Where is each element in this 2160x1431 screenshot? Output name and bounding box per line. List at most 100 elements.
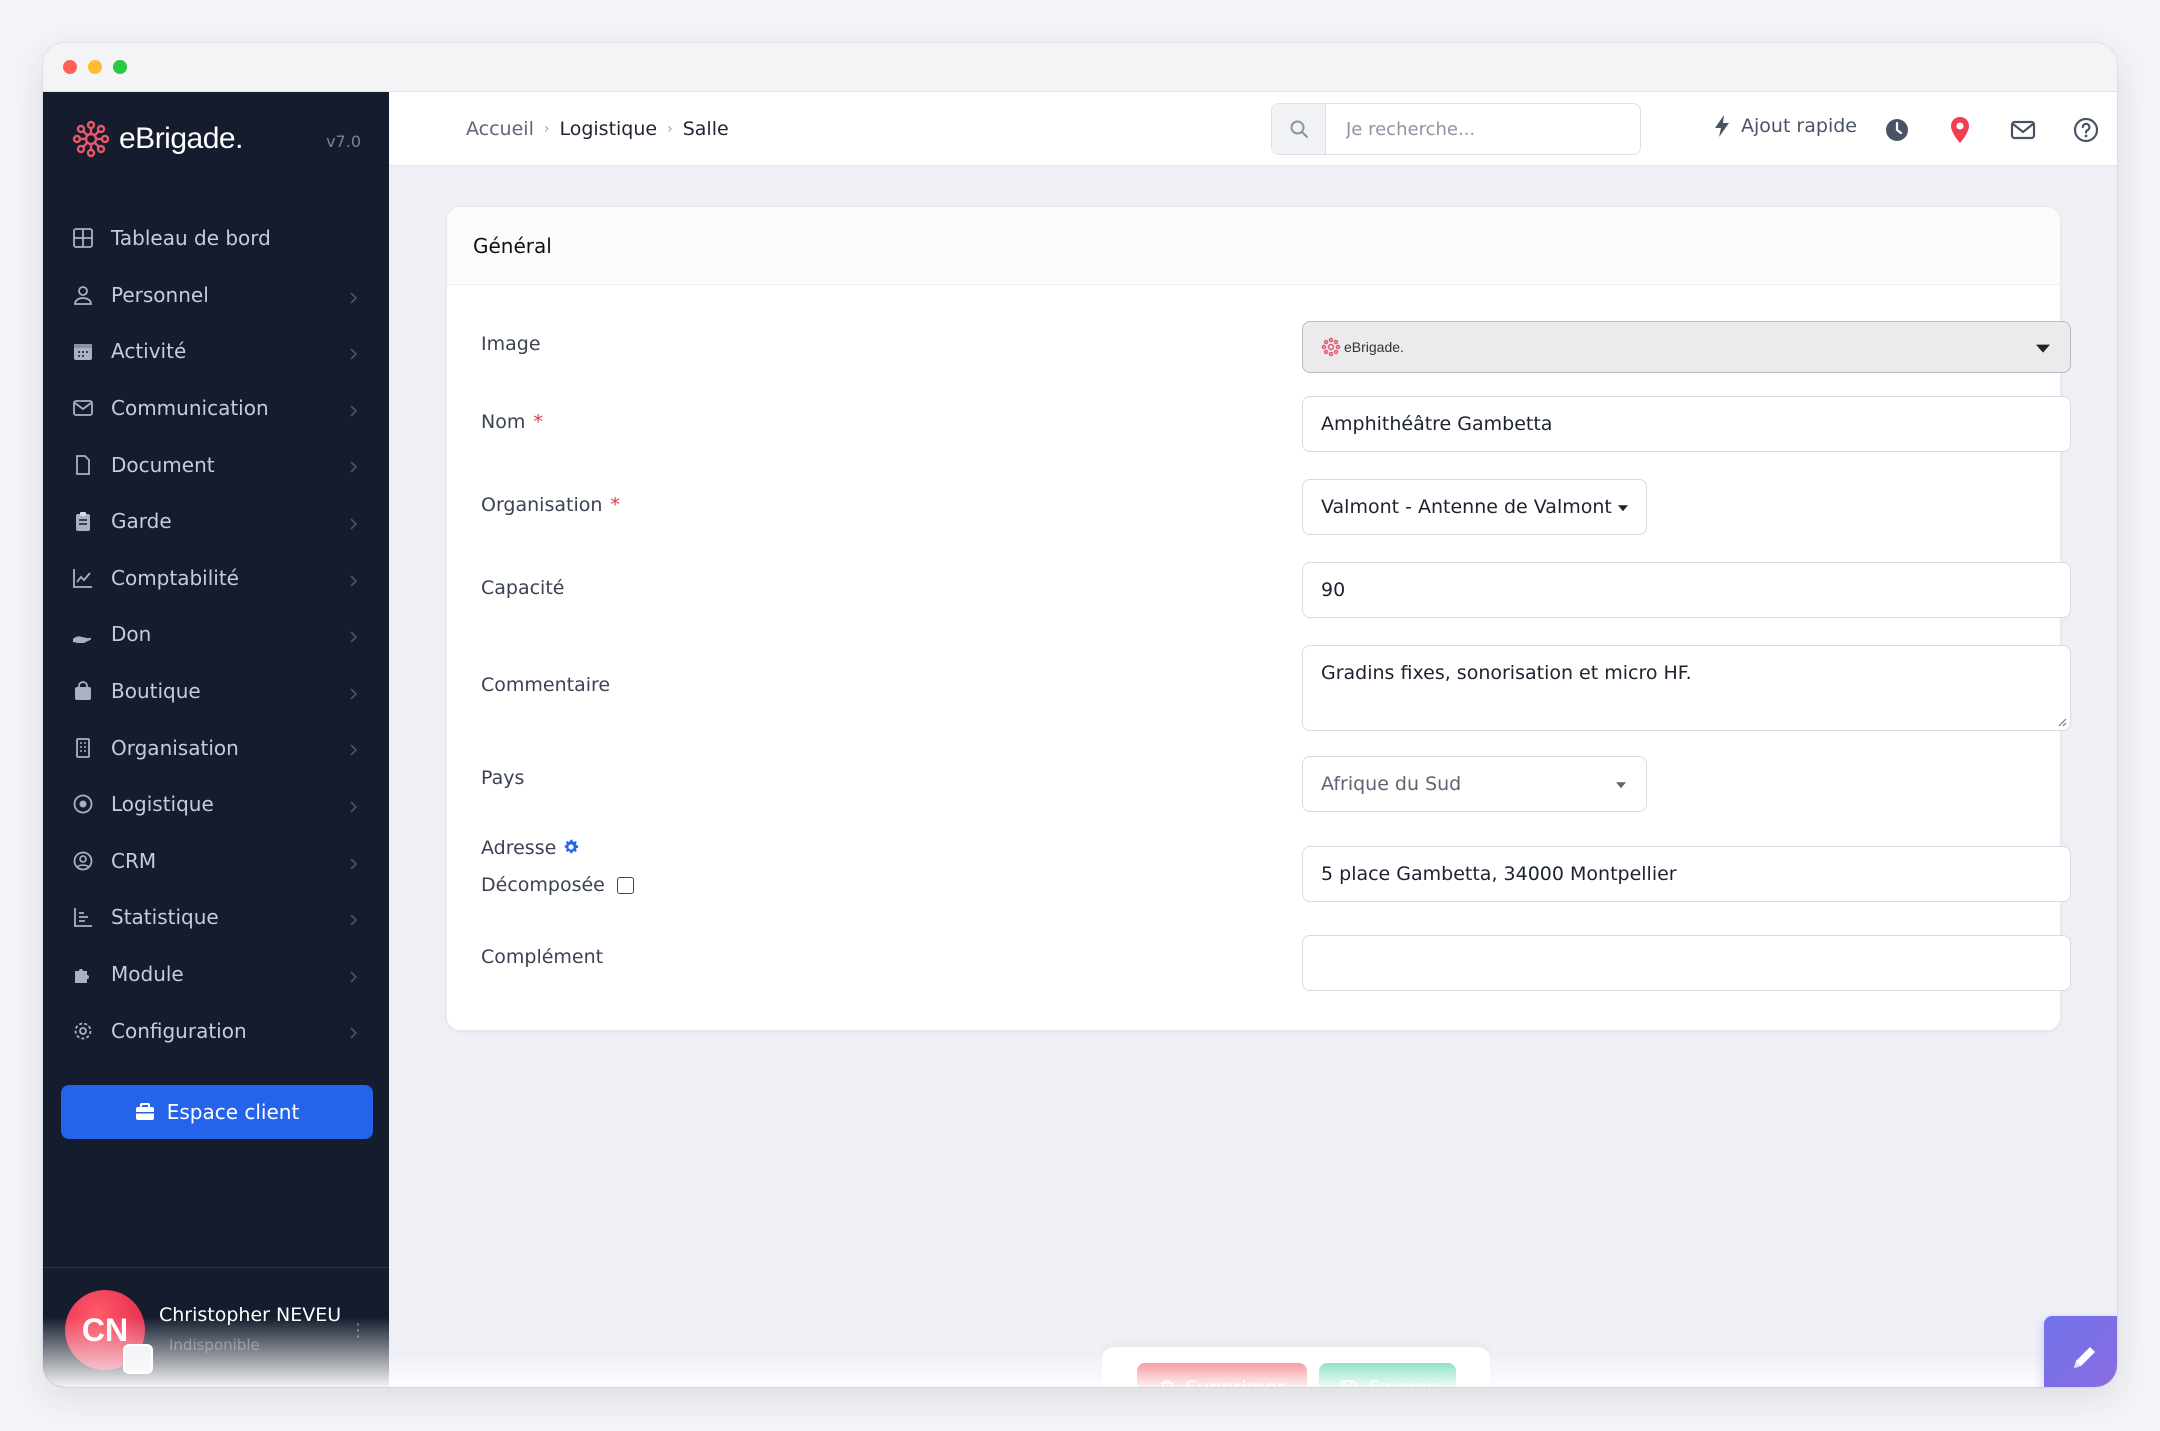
caret-down-icon <box>1616 782 1626 789</box>
nom-label: Nom * <box>481 411 543 433</box>
espace-client-label: Espace client <box>166 1100 300 1124</box>
sidebar-item-organisation[interactable]: Organisation <box>43 719 389 776</box>
quick-add-button[interactable]: Ajout rapide <box>1713 114 1857 138</box>
sidebar-item-crm[interactable]: CRM <box>43 833 389 890</box>
sidebar-item-logistique[interactable]: Logistique <box>43 776 389 833</box>
close-window-button[interactable] <box>63 60 77 74</box>
chevron-right-icon <box>345 456 361 473</box>
action-bar: Supprimer Sauver <box>1102 1347 1490 1387</box>
clock-icon[interactable] <box>1883 116 1911 144</box>
search-icon[interactable] <box>1272 104 1326 154</box>
gear-icon[interactable] <box>562 838 580 856</box>
sidebar-item-garde[interactable]: Garde <box>43 493 389 550</box>
user-name: Christopher NEVEU <box>159 1304 342 1326</box>
sidebar-item-label: Module <box>111 962 184 987</box>
brand-name: eBrigade. <box>119 122 243 155</box>
organisation-dropdown[interactable]: Valmont - Antenne de Valmont <box>1302 479 1647 535</box>
map-pin-icon[interactable] <box>1946 116 1974 144</box>
sidebar-item-label: Logistique <box>111 792 214 817</box>
title-bar <box>43 43 2117 92</box>
save-button[interactable]: Sauver <box>1319 1363 1456 1387</box>
user-circle-icon <box>71 849 95 873</box>
trash-icon <box>1161 1380 1174 1387</box>
brand-logo[interactable]: eBrigade. <box>71 114 243 164</box>
section-title: Général <box>473 233 552 258</box>
sidebar-item-tableau-de-bord[interactable]: Tableau de bord <box>43 210 389 267</box>
image-select-value: eBrigade. <box>1344 339 1404 355</box>
sidebar-item-configuration[interactable]: Configuration <box>43 1002 389 1059</box>
avatar-initials: CN <box>81 1311 129 1348</box>
capacite-label: Capacité <box>481 577 565 599</box>
kebab-menu-icon[interactable]: ⋮ <box>349 1320 367 1341</box>
breadcrumb: Accueil › Logistique › Salle <box>466 118 729 140</box>
envelope-icon[interactable] <box>2009 116 2037 144</box>
image-select[interactable]: eBrigade. <box>1302 321 2071 373</box>
user-panel[interactable]: CN Christopher NEVEU Indisponible ⋮ <box>43 1267 389 1387</box>
sidebar-item-module[interactable]: Module <box>43 946 389 1003</box>
sidebar-item-label: Configuration <box>111 1018 247 1043</box>
grid-icon <box>71 226 95 250</box>
search-input[interactable] <box>1326 104 1626 154</box>
sidebar-item-label: Boutique <box>111 679 201 704</box>
user-icon <box>71 283 95 307</box>
chevron-right-icon <box>345 570 361 587</box>
required-marker: * <box>533 411 543 433</box>
sidebar-item-communication[interactable]: Communication <box>43 380 389 437</box>
adresse-input[interactable]: 5 place Gambetta, 34000 Montpellier <box>1302 846 2071 902</box>
envelope-icon <box>71 396 95 420</box>
sidebar-item-personnel[interactable]: Personnel <box>43 267 389 324</box>
ebrigade-logo-icon <box>1321 337 1341 357</box>
sidebar-item-label: Garde <box>111 509 172 534</box>
decomposee-label-text: Décomposée <box>481 874 605 896</box>
chevron-right-icon <box>345 343 361 360</box>
search-box <box>1271 103 1641 155</box>
sidebar-item-comptabilite[interactable]: Comptabilité <box>43 550 389 607</box>
general-card: Général Image eBrigade. Nom * Amphithéâtr… <box>446 206 2071 1031</box>
card-header: Général <box>447 207 2060 285</box>
pays-select[interactable]: Afrique du Sud <box>1302 756 1647 812</box>
help-icon[interactable] <box>2072 116 2100 144</box>
commentaire-textarea[interactable]: Gradins fixes, sonorisation et micro HF. <box>1302 645 2071 731</box>
sidebar-item-activite[interactable]: Activité <box>43 323 389 380</box>
complement-input[interactable] <box>1302 935 2071 991</box>
gear-icon <box>71 1019 95 1043</box>
sidebar-item-document[interactable]: Document <box>43 436 389 493</box>
pays-value: Afrique du Sud <box>1321 773 1462 795</box>
nom-input[interactable]: Amphithéâtre Gambetta <box>1302 396 2071 452</box>
bar-chart-icon <box>71 905 95 929</box>
sidebar-item-label: Comptabilité <box>111 565 239 590</box>
dot-circle-icon <box>71 792 95 816</box>
breadcrumb-logistique[interactable]: Logistique <box>559 118 657 140</box>
commentaire-value: Gradins fixes, sonorisation et micro HF. <box>1321 662 1692 684</box>
organisation-label-text: Organisation <box>481 494 603 516</box>
adresse-value: 5 place Gambetta, 34000 Montpellier <box>1321 863 1677 885</box>
sidebar-item-statistique[interactable]: Statistique <box>43 889 389 946</box>
chevron-right-icon <box>345 513 361 530</box>
delete-label: Supprimer <box>1185 1377 1284 1387</box>
chart-line-icon <box>71 566 95 590</box>
maximize-window-button[interactable] <box>113 60 127 74</box>
chevron-right-icon <box>345 966 361 983</box>
decomposee-checkbox[interactable] <box>616 877 634 894</box>
delete-button[interactable]: Supprimer <box>1137 1363 1307 1387</box>
sidebar-item-boutique[interactable]: Boutique <box>43 663 389 720</box>
file-icon <box>71 453 95 477</box>
capacite-input[interactable]: 90 <box>1302 562 2071 618</box>
clipboard-icon <box>71 509 95 533</box>
image-label: Image <box>481 333 541 355</box>
bolt-icon <box>1715 115 1729 137</box>
sidebar-nav: Tableau de bord Personnel Activité Communic… <box>43 210 389 1059</box>
espace-client-button[interactable]: Espace client <box>61 1085 373 1139</box>
resize-handle-icon[interactable] <box>2057 717 2067 727</box>
required-marker: * <box>610 494 620 516</box>
sidebar-item-label: Communication <box>111 396 269 421</box>
version-label: v7.0 <box>326 132 361 151</box>
sidebar-item-label: Organisation <box>111 735 239 760</box>
breadcrumb-accueil[interactable]: Accueil <box>466 118 534 140</box>
top-bar: Accueil › Logistique › Salle Ajout rapid… <box>389 92 2117 166</box>
sidebar-item-don[interactable]: Don <box>43 606 389 663</box>
chevron-down-icon <box>2036 344 2050 353</box>
minimize-window-button[interactable] <box>88 60 102 74</box>
sidebar: eBrigade. v7.0 Tableau de bord Personnel A… <box>43 92 389 1387</box>
edit-fab-button[interactable] <box>2044 1316 2117 1387</box>
